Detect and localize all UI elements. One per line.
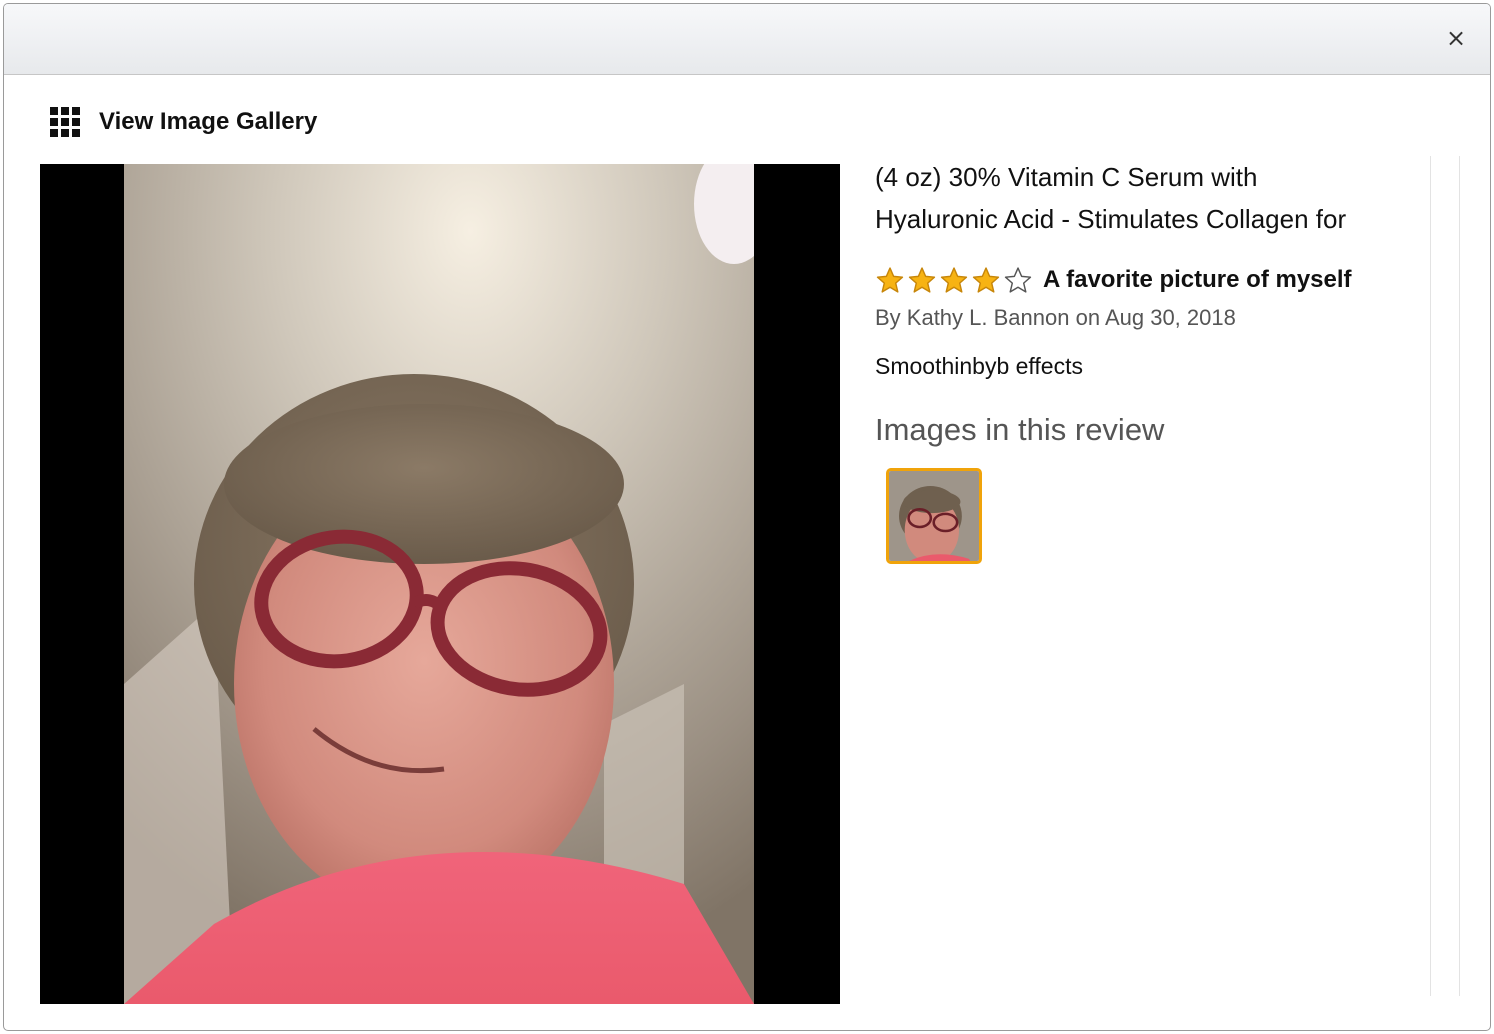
- review-image-thumbnail[interactable]: [886, 468, 982, 564]
- images-in-review-heading: Images in this review: [875, 412, 1165, 447]
- details-scrollbar[interactable]: [1430, 156, 1460, 996]
- star-filled-icon: [908, 267, 936, 293]
- modal-header: ×: [4, 4, 1490, 75]
- image-viewer-modal: × View Image Gallery (4 oz) 30% Vitamin …: [4, 4, 1490, 1030]
- product-title-line-1: (4 oz) 30% Vitamin C Serum with: [875, 162, 1258, 192]
- review-body: Smoothinbyb effects: [875, 353, 1083, 379]
- star-rating: [875, 266, 1035, 294]
- review-photo-illustration: [124, 164, 754, 1004]
- review-details-panel: (4 oz) 30% Vitamin C Serum with Hyaluron…: [875, 156, 1427, 564]
- view-image-gallery-link[interactable]: View Image Gallery: [50, 104, 317, 140]
- rating-row: A favorite picture of myself: [875, 262, 1427, 298]
- review-photo: [124, 164, 754, 1004]
- review-byline: By Kathy L. Bannon on Aug 30, 2018: [875, 305, 1236, 330]
- grid-icon: [50, 107, 80, 137]
- thumbnail-illustration: [889, 471, 979, 561]
- star-filled-icon: [972, 267, 1000, 293]
- gallery-label: View Image Gallery: [99, 108, 318, 135]
- main-image-frame: [40, 164, 840, 1004]
- star-empty-icon: [1004, 267, 1032, 293]
- close-button[interactable]: ×: [1440, 22, 1472, 54]
- product-title-line-2: Hyaluronic Acid - Stimulates Collagen fo…: [875, 204, 1347, 234]
- star-filled-icon: [940, 267, 968, 293]
- star-filled-icon: [876, 267, 904, 293]
- product-title-link[interactable]: (4 oz) 30% Vitamin C Serum with Hyaluron…: [875, 156, 1427, 240]
- review-title: A favorite picture of myself: [1043, 266, 1352, 293]
